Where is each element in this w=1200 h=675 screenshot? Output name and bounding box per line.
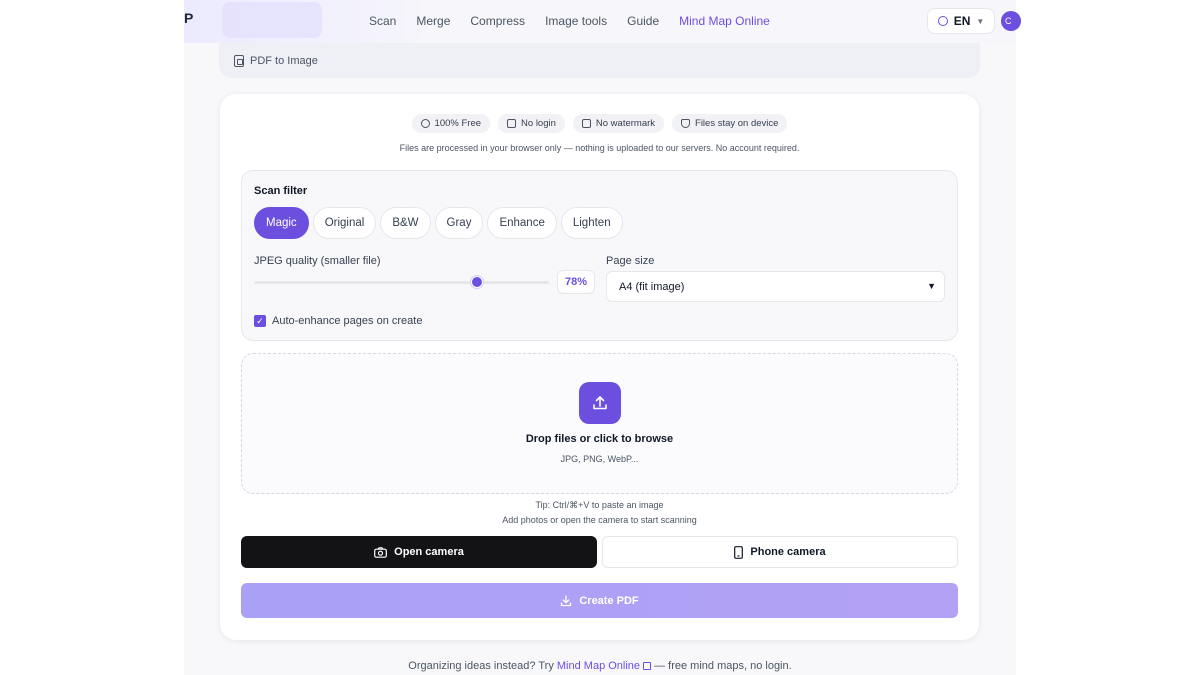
- page-size-label: Page size: [606, 255, 655, 267]
- chevron-down-icon: ▼: [927, 281, 936, 291]
- auto-enhance-row[interactable]: ✓ Auto-enhance pages on create: [254, 315, 422, 327]
- nav-link-image-tools[interactable]: Image tools: [545, 14, 607, 28]
- file-dropzone[interactable]: Drop files or click to browse JPG, PNG, …: [241, 353, 958, 494]
- scan-card: 100% Free No login No watermark Files st…: [220, 94, 979, 640]
- nav-links: Scan Merge Compress Image tools Guide Mi…: [369, 14, 790, 28]
- slider-fill: [254, 281, 477, 284]
- chevron-down-icon: ▼: [976, 16, 985, 26]
- lock-icon: [507, 119, 517, 128]
- filter-bw[interactable]: B&W: [380, 207, 431, 239]
- logo-fragment[interactable]: P: [184, 10, 193, 26]
- scan-filter-title: Scan filter: [254, 185, 308, 197]
- upload-icon-button[interactable]: [579, 382, 621, 424]
- badge-no-login: No login: [498, 114, 565, 133]
- badge-label: 100% Free: [434, 118, 482, 129]
- page-size-select[interactable]: A4 (fit image) ▼: [606, 271, 945, 302]
- scan-hint: Add photos or open the camera to start s…: [502, 515, 697, 525]
- logo-badge[interactable]: [222, 2, 322, 38]
- filter-gray[interactable]: Gray: [434, 207, 484, 239]
- external-link-icon: [643, 662, 652, 671]
- slider-thumb[interactable]: [471, 276, 483, 288]
- auto-enhance-checkbox[interactable]: ✓: [254, 315, 266, 327]
- nav-link-merge[interactable]: Merge: [416, 14, 450, 28]
- check-circle-icon: [420, 119, 430, 128]
- filter-lighten[interactable]: Lighten: [560, 207, 623, 239]
- footer-link-label: Mind Map Online: [556, 660, 641, 672]
- badge-label: Files stay on device: [695, 118, 779, 129]
- badge-no-watermark: No watermark: [572, 114, 665, 133]
- dropzone-title: Drop files or click to browse: [525, 433, 674, 445]
- nav-link-compress[interactable]: Compress: [470, 14, 525, 28]
- auto-enhance-label: Auto-enhance pages on create: [272, 315, 423, 327]
- create-pdf-label: Create PDF: [579, 594, 639, 607]
- privacy-note: Files are processed in your browser only…: [399, 143, 800, 153]
- scan-filter-panel: Scan filter Magic Original B&W Gray Enha…: [241, 170, 958, 341]
- language-label: EN: [953, 14, 971, 28]
- nav-link-scan[interactable]: Scan: [369, 14, 396, 28]
- phone-camera-button[interactable]: Phone camera: [602, 536, 958, 568]
- badge-free: 100% Free: [411, 114, 491, 133]
- file-image-icon: [234, 54, 244, 67]
- footer-promo: Organizing ideas instead? Try Mind Map O…: [0, 660, 1200, 672]
- nav-link-guide[interactable]: Guide: [627, 14, 659, 28]
- download-icon: [561, 594, 572, 606]
- filter-magic[interactable]: Magic: [254, 207, 309, 239]
- shield-icon: [681, 119, 691, 128]
- breadcrumb: PDF to Image: [219, 43, 980, 78]
- camera-icon: [374, 546, 388, 558]
- open-camera-label: Open camera: [394, 546, 464, 558]
- dropzone-formats: JPG, PNG, WebP...: [560, 454, 639, 464]
- badge-files-on-device: Files stay on device: [672, 114, 788, 133]
- phone-camera-label: Phone camera: [750, 546, 826, 558]
- avatar[interactable]: C: [1001, 11, 1021, 31]
- upload-icon: [593, 396, 607, 410]
- badge-label: No watermark: [595, 118, 656, 129]
- jpeg-quality-label: JPEG quality (smaller file): [254, 255, 381, 267]
- jpeg-quality-value: 78%: [557, 270, 595, 294]
- stamp-icon: [581, 119, 591, 128]
- footer-suffix: — free mind maps, no login.: [654, 660, 792, 672]
- open-camera-button[interactable]: Open camera: [241, 536, 597, 568]
- jpeg-quality-slider[interactable]: [254, 276, 549, 288]
- language-selector[interactable]: EN ▼: [927, 8, 995, 34]
- filter-options: Magic Original B&W Gray Enhance Lighten: [254, 207, 623, 239]
- filter-original[interactable]: Original: [312, 207, 377, 239]
- filter-enhance[interactable]: Enhance: [487, 207, 557, 239]
- nav-link-mind-map[interactable]: Mind Map Online: [679, 14, 770, 28]
- page-size-value: A4 (fit image): [619, 280, 685, 293]
- footer-link-mind-map[interactable]: Mind Map Online: [556, 660, 652, 672]
- breadcrumb-link-pdf-to-image[interactable]: PDF to Image: [250, 55, 318, 67]
- globe-icon: [937, 16, 948, 26]
- paste-tip: Tip: Ctrl/⌘+V to paste an image: [535, 500, 664, 510]
- top-nav: P Scan Merge Compress Image tools Guide …: [184, 0, 1021, 43]
- smartphone-icon: [734, 545, 744, 559]
- create-pdf-button[interactable]: Create PDF: [241, 583, 958, 618]
- footer-prefix: Organizing ideas instead? Try: [408, 660, 554, 672]
- badge-label: No login: [521, 118, 556, 129]
- feature-badges: 100% Free No login No watermark Files st…: [220, 114, 979, 133]
